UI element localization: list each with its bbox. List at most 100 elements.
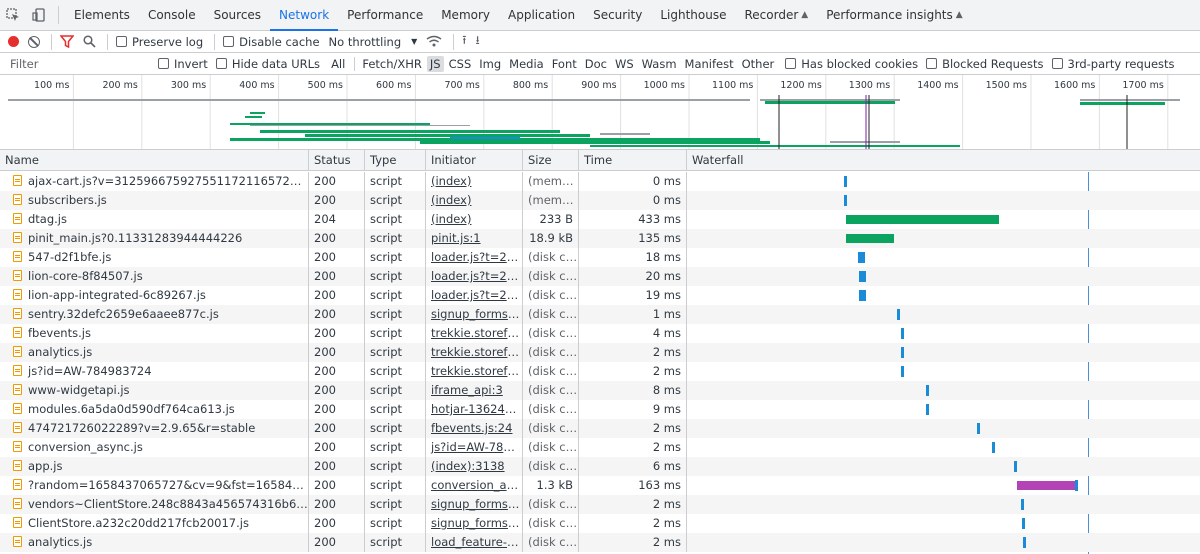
cell-initiator[interactable]: hotjar-1362443… <box>426 400 523 419</box>
table-row[interactable]: fbevents.js 200 script trekkie.storefro… (di… <box>0 324 1200 343</box>
type-filter-ws[interactable]: WS <box>612 56 637 72</box>
network-overview-timeline[interactable]: 100 ms 200 ms 300 ms 400 ms 500 ms 600 ms 700 … <box>0 75 1200 150</box>
filter-toggle-button[interactable] <box>60 35 74 48</box>
table-row[interactable]: lion-app-integrated-6c89267.js 200 script l… <box>0 286 1200 305</box>
cell-initiator[interactable]: loader.js?t=202… <box>426 286 523 305</box>
table-row[interactable]: analytics.js 200 script trekkie.storefro… (d… <box>0 343 1200 362</box>
cell-initiator[interactable]: pinit.js:1 <box>426 229 523 248</box>
cell-size: (disk ca… <box>523 343 579 362</box>
column-header-status[interactable]: Status <box>309 150 365 171</box>
cell-size: (disk ca… <box>523 400 579 419</box>
column-header-size[interactable]: Size <box>523 150 579 171</box>
type-filter-js[interactable]: JS <box>426 55 444 72</box>
type-filter-media[interactable]: Media <box>506 56 547 72</box>
preserve-log-checkbox[interactable]: Preserve log <box>116 35 203 49</box>
table-row[interactable]: ClientStore.a232c20dd217fcb20017.js 200 sc… <box>0 514 1200 533</box>
network-conditions-button[interactable] <box>426 35 442 48</box>
table-row[interactable]: conversion_async.js 200 script js?id=AW-784… <box>0 438 1200 457</box>
cell-initiator[interactable]: (index):3138 <box>426 457 523 476</box>
table-row[interactable]: pinit_main.js?0.11331283944444226 200 scri… <box>0 229 1200 248</box>
cell-initiator[interactable]: (index) <box>426 191 523 210</box>
search-button[interactable] <box>83 35 96 48</box>
table-row[interactable]: 474721726022289?v=2.9.65&r=stable 200 scri… <box>0 419 1200 438</box>
table-row[interactable]: 547-d2f1bfe.js 200 script loader.js?t=202… (… <box>0 248 1200 267</box>
table-row[interactable]: lion-core-8f84507.js 200 script loader.js?t… <box>0 267 1200 286</box>
cell-initiator[interactable]: loader.js?t=202… <box>426 267 523 286</box>
cell-size: (disk ca… <box>523 305 579 324</box>
overview-tick-label: 1100 ms <box>712 80 753 91</box>
tab-elements[interactable]: Elements <box>65 0 139 30</box>
filter-input[interactable] <box>0 53 158 74</box>
type-filter-wasm[interactable]: Wasm <box>639 56 680 72</box>
clear-button[interactable] <box>28 35 40 48</box>
third-party-label: 3rd-party requests <box>1067 56 1175 71</box>
tab-lighthouse[interactable]: Lighthouse <box>651 0 735 30</box>
cell-initiator[interactable]: js?id=AW-78498… <box>426 438 523 457</box>
import-har-button[interactable]: ⭱ <box>462 31 466 52</box>
cell-initiator[interactable]: signup_forms.d… <box>426 495 523 514</box>
cell-initiator[interactable]: (index) <box>426 210 523 229</box>
column-header-waterfall[interactable]: Waterfall <box>687 150 1200 171</box>
table-row[interactable]: ajax-cart.js?v=3125966759275511721165721… <box>0 172 1200 191</box>
tab-performance-insights[interactable]: Performance insights ▲ <box>817 0 971 30</box>
tab-sources[interactable]: Sources <box>205 0 270 30</box>
tab-memory[interactable]: Memory <box>432 0 499 30</box>
table-row[interactable]: sentry.32defc2659e6aaee877c.js 200 script s… <box>0 305 1200 324</box>
cell-initiator[interactable]: fbevents.js:24 <box>426 419 523 438</box>
tab-network[interactable]: Network <box>270 0 339 31</box>
cell-initiator[interactable]: trekkie.storefro… <box>426 324 523 343</box>
cell-initiator[interactable]: trekkie.storefro… <box>426 343 523 362</box>
third-party-checkbox[interactable]: 3rd-party requests <box>1051 56 1175 71</box>
cell-initiator[interactable]: (index) <box>426 172 523 191</box>
column-header-time[interactable]: Time <box>579 150 687 171</box>
export-har-button[interactable]: ⭳ <box>476 31 480 52</box>
cell-initiator[interactable]: loader.js?t=202… <box>426 248 523 267</box>
device-toolbar-icon[interactable] <box>26 0 52 30</box>
table-row[interactable]: ?random=1658437065727&cv=9&fst=165843706… <box>0 476 1200 495</box>
disable-cache-label: Disable cache <box>239 34 320 49</box>
overview-tick-label: 1400 ms <box>917 80 958 91</box>
type-filter-css[interactable]: CSS <box>446 56 475 72</box>
table-row[interactable]: subscribers.js 200 script (index) (memo… 0 ms <box>0 191 1200 210</box>
throttling-select[interactable]: No throttling ▼ <box>329 35 418 49</box>
tab-recorder[interactable]: Recorder ▲ <box>736 0 818 30</box>
table-row[interactable]: dtag.js 204 script (index) 233 B 433 ms <box>0 210 1200 229</box>
type-filter-all[interactable]: All <box>328 56 348 72</box>
table-row[interactable]: modules.6a5da0d590df764ca613.js 200 script… <box>0 400 1200 419</box>
disable-cache-checkbox[interactable]: Disable cache <box>223 34 320 49</box>
waterfall-bar <box>858 271 866 282</box>
column-header-initiator[interactable]: Initiator <box>426 150 523 171</box>
script-file-icon <box>13 308 22 319</box>
column-header-type[interactable]: Type <box>365 150 426 171</box>
type-filter-other[interactable]: Other <box>739 56 778 72</box>
type-filter-img[interactable]: Img <box>476 56 504 72</box>
tab-application[interactable]: Application <box>499 0 584 30</box>
invert-checkbox[interactable]: Invert <box>158 57 208 71</box>
table-row[interactable]: js?id=AW-784983724 200 script trekkie.store… <box>0 362 1200 381</box>
blocked-requests-checkbox[interactable]: Blocked Requests <box>926 57 1044 71</box>
inspect-element-icon[interactable] <box>0 0 26 30</box>
blocked-cookies-checkbox[interactable]: Has blocked cookies <box>785 57 918 71</box>
type-filter-fetch-xhr[interactable]: Fetch/XHR <box>359 56 425 72</box>
cell-initiator[interactable]: load_feature-3… <box>426 533 523 552</box>
tab-console[interactable]: Console <box>139 0 205 30</box>
column-header-name[interactable]: Name <box>0 150 309 171</box>
table-row[interactable]: analytics.js 200 script load_feature-3… (dis… <box>0 533 1200 552</box>
table-row[interactable]: vendors~ClientStore.248c8843a456574316b6… <box>0 495 1200 514</box>
type-filter-font[interactable]: Font <box>549 56 580 72</box>
cell-initiator[interactable]: iframe_api:3 <box>426 381 523 400</box>
record-button[interactable] <box>8 36 19 47</box>
name-text: ?random=1658437065727&cv=9&fst=165843706… <box>28 478 308 492</box>
type-filter-manifest[interactable]: Manifest <box>682 56 737 72</box>
cell-initiator[interactable]: conversion_asy… <box>426 476 523 495</box>
cell-initiator[interactable]: signup_forms.d… <box>426 305 523 324</box>
tab-performance[interactable]: Performance <box>338 0 432 30</box>
type-filter-doc[interactable]: Doc <box>582 56 610 72</box>
hide-data-urls-checkbox[interactable]: Hide data URLs <box>215 57 320 71</box>
request-rows: ajax-cart.js?v=3125966759275511721165721… <box>0 172 1200 552</box>
cell-initiator[interactable]: trekkie.storefro… <box>426 362 523 381</box>
tab-security[interactable]: Security <box>584 0 651 30</box>
cell-initiator[interactable]: signup_forms.d… <box>426 514 523 533</box>
table-row[interactable]: www-widgetapi.js 200 script iframe_api:3 (di… <box>0 381 1200 400</box>
table-row[interactable]: app.js 200 script (index):3138 (disk ca… 6 ms <box>0 457 1200 476</box>
